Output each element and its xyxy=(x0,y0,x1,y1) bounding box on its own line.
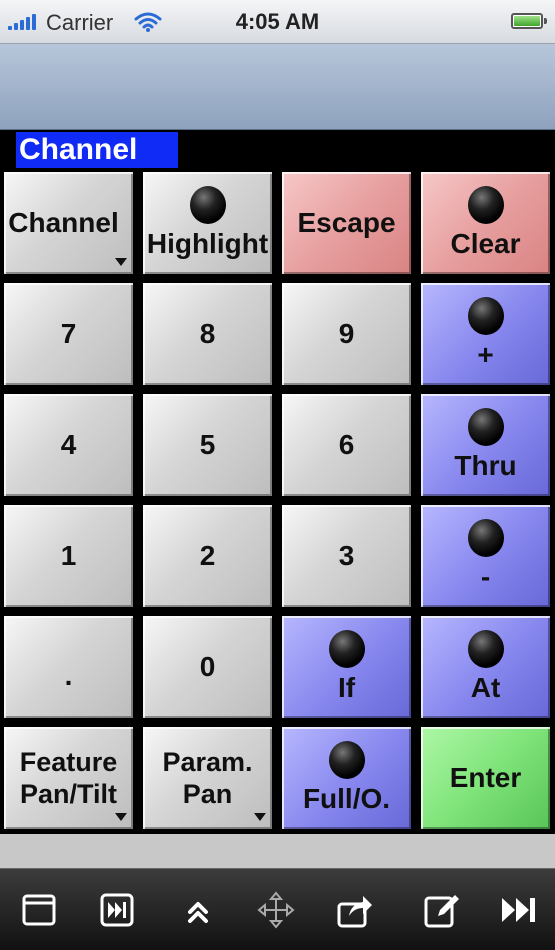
digit-1-label: 1 xyxy=(60,540,77,571)
digit-8-label: 8 xyxy=(199,318,216,349)
skip-button[interactable] xyxy=(95,889,139,931)
digit-9-label: 9 xyxy=(338,318,355,349)
indicator-led-icon xyxy=(189,186,226,224)
edit-icon xyxy=(424,895,459,928)
param-key-label-line2: Pan xyxy=(182,779,233,809)
clear-key-label: Clear xyxy=(450,228,521,259)
window-button[interactable] xyxy=(17,889,61,931)
param-key-label-line1: Param. xyxy=(162,747,253,777)
dot-key-label: . xyxy=(64,660,73,691)
escape-key-label: Escape xyxy=(297,207,396,238)
digit-7-label: 7 xyxy=(60,318,77,349)
indicator-led-icon xyxy=(467,519,504,557)
indicator-led-icon xyxy=(467,297,504,335)
dropdown-arrow-icon xyxy=(115,813,127,821)
escape-key[interactable]: Escape xyxy=(280,170,413,276)
thru-key-label: Thru xyxy=(454,450,517,481)
indicator-led-icon xyxy=(328,630,365,668)
collapse-up-button[interactable] xyxy=(176,889,220,931)
digit-6-key[interactable]: 6 xyxy=(280,392,413,498)
digit-2-label: 2 xyxy=(199,540,216,571)
at-key[interactable]: At xyxy=(419,614,552,720)
digit-7-key[interactable]: 7 xyxy=(2,281,135,387)
battery-icon xyxy=(511,13,547,29)
thru-key[interactable]: Thru xyxy=(419,392,552,498)
param-pan-key[interactable]: Param. Pan xyxy=(141,725,274,831)
digit-0-key[interactable]: 0 xyxy=(141,614,274,720)
plus-key-label: + xyxy=(477,339,494,370)
edit-button[interactable] xyxy=(420,889,464,931)
digit-8-key[interactable]: 8 xyxy=(141,281,274,387)
digit-2-key[interactable]: 2 xyxy=(141,503,274,609)
bottom-toolbar xyxy=(0,868,555,950)
separator-strip xyxy=(0,834,555,868)
at-key-label: At xyxy=(470,672,501,703)
feature-key-label-line1: Feature xyxy=(19,747,118,777)
channel-key-label: Channel xyxy=(8,207,119,238)
clock: 4:05 AM xyxy=(235,9,320,34)
plus-key[interactable]: + xyxy=(419,281,552,387)
digit-3-label: 3 xyxy=(338,540,355,571)
highlight-key[interactable]: Highlight xyxy=(141,170,274,276)
mode-label: Channel xyxy=(16,132,178,168)
skip-forward-icon xyxy=(100,893,134,927)
indicator-led-icon xyxy=(467,630,504,668)
digit-4-key[interactable]: 4 xyxy=(2,392,135,498)
share-button[interactable] xyxy=(333,889,377,931)
indicator-led-icon xyxy=(328,741,365,779)
fast-forward-button[interactable] xyxy=(497,889,541,931)
if-key-label: If xyxy=(337,672,356,703)
digit-3-key[interactable]: 3 xyxy=(280,503,413,609)
indicator-led-icon xyxy=(467,186,504,224)
feature-pan-tilt-key[interactable]: Feature Pan/Tilt xyxy=(2,725,135,831)
full-key-label: Full/O. xyxy=(302,783,391,814)
move-arrows-icon xyxy=(257,891,295,929)
indicator-led-icon xyxy=(467,408,504,446)
enter-key[interactable]: Enter xyxy=(419,725,552,831)
digit-0-label: 0 xyxy=(199,651,216,682)
digit-1-key[interactable]: 1 xyxy=(2,503,135,609)
digit-6-label: 6 xyxy=(338,429,355,460)
digit-9-key[interactable]: 9 xyxy=(280,281,413,387)
window-icon xyxy=(22,894,56,926)
dropdown-arrow-icon xyxy=(115,258,127,266)
move-button[interactable] xyxy=(254,889,298,931)
navigation-bar xyxy=(0,44,555,130)
digit-5-label: 5 xyxy=(199,429,216,460)
enter-key-label: Enter xyxy=(449,762,522,793)
digit-5-key[interactable]: 5 xyxy=(141,392,274,498)
status-bar: Carrier 4:05 AM xyxy=(0,0,555,44)
digit-4-label: 4 xyxy=(60,429,77,460)
full-key[interactable]: Full/O. xyxy=(280,725,413,831)
fast-forward-icon xyxy=(502,898,535,922)
highlight-key-label: Highlight xyxy=(146,228,269,259)
share-icon xyxy=(337,896,372,928)
dot-key[interactable]: . xyxy=(2,614,135,720)
minus-key[interactable]: - xyxy=(419,503,552,609)
dropdown-arrow-icon xyxy=(254,813,266,821)
channel-key[interactable]: Channel xyxy=(2,170,135,276)
keypad: Channel Highlight Escape Clear 7 8 9 + 4… xyxy=(0,168,555,834)
minus-key-label: - xyxy=(480,561,491,592)
double-chevron-up-icon xyxy=(188,902,208,923)
feature-key-label-line2: Pan/Tilt xyxy=(19,779,118,809)
if-key[interactable]: If xyxy=(280,614,413,720)
clear-key[interactable]: Clear xyxy=(419,170,552,276)
